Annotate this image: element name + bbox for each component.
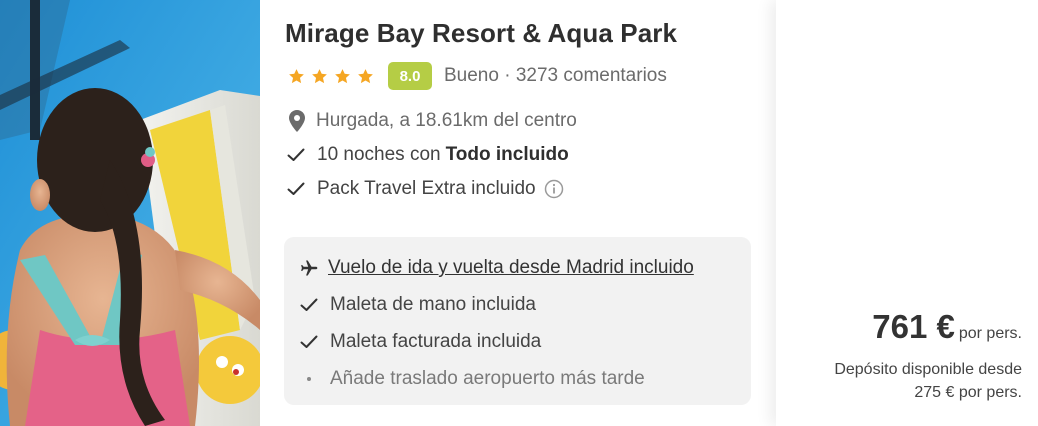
rating-row: 8.0 Bueno · 3273 comentarios (285, 62, 776, 90)
flight-link[interactable]: Vuelo de ida y vuelta desde Madrid inclu… (328, 257, 694, 279)
review-score-badge: 8.0 (388, 62, 432, 90)
checked-luggage-text: Maleta facturada incluida (330, 331, 542, 352)
check-icon (300, 335, 318, 348)
info-icon[interactable] (544, 179, 564, 199)
star-icon (289, 68, 304, 83)
location-pin-icon (289, 110, 305, 132)
check-icon (300, 298, 318, 311)
check-icon (287, 148, 305, 161)
star-icon (312, 68, 327, 83)
bullet-dot-icon (300, 377, 318, 381)
deposit-line-2: 275 € por pers. (914, 384, 1022, 401)
star-icon (335, 68, 350, 83)
review-summary[interactable]: Bueno · 3273 comentarios (444, 65, 667, 87)
board-feature: 10 noches con Todo incluido (285, 144, 776, 166)
plane-icon (301, 260, 318, 276)
star-icon (358, 68, 373, 83)
price-value: 761 € (872, 308, 955, 345)
check-icon (287, 182, 305, 195)
hand-luggage-text: Maleta de mano incluida (330, 294, 536, 315)
price-row: 761 € por pers. (872, 308, 1022, 346)
board-type: Todo incluido (445, 144, 569, 165)
deposit-line-1: Depósito disponible desde (834, 361, 1022, 378)
nights-text: 10 noches con (317, 144, 441, 165)
location-row: Hurgada, a 18.61km del centro (285, 110, 776, 132)
price-unit: por pers. (958, 325, 1022, 342)
location-text: Hurgada, a 18.61km del centro (316, 110, 577, 131)
hotel-photo[interactable] (0, 0, 260, 426)
hotel-photo-image (0, 0, 260, 426)
transfer-text: Añade traslado aeropuerto más tarde (330, 368, 645, 389)
checked-luggage-row: Maleta facturada incluida (298, 329, 751, 355)
pack-text: Pack Travel Extra incluido (317, 178, 536, 199)
deposit-info: Depósito disponible desde 275 € por pers… (834, 358, 1022, 404)
hotel-card[interactable]: Mirage Bay Resort & Aqua Park 8.0 Bueno … (0, 0, 1038, 426)
star-rating (288, 68, 374, 85)
flight-row: Vuelo de ida y vuelta desde Madrid inclu… (298, 255, 751, 281)
flight-details-box: Vuelo de ida y vuelta desde Madrid inclu… (284, 237, 751, 405)
transfer-row: Añade traslado aeropuerto más tarde (298, 366, 751, 392)
price-panel[interactable]: 761 € por pers. Depósito disponible desd… (776, 0, 1038, 426)
hand-luggage-row: Maleta de mano incluida (298, 292, 751, 318)
hotel-name[interactable]: Mirage Bay Resort & Aqua Park (285, 18, 776, 48)
pack-feature: Pack Travel Extra incluido (285, 178, 776, 200)
